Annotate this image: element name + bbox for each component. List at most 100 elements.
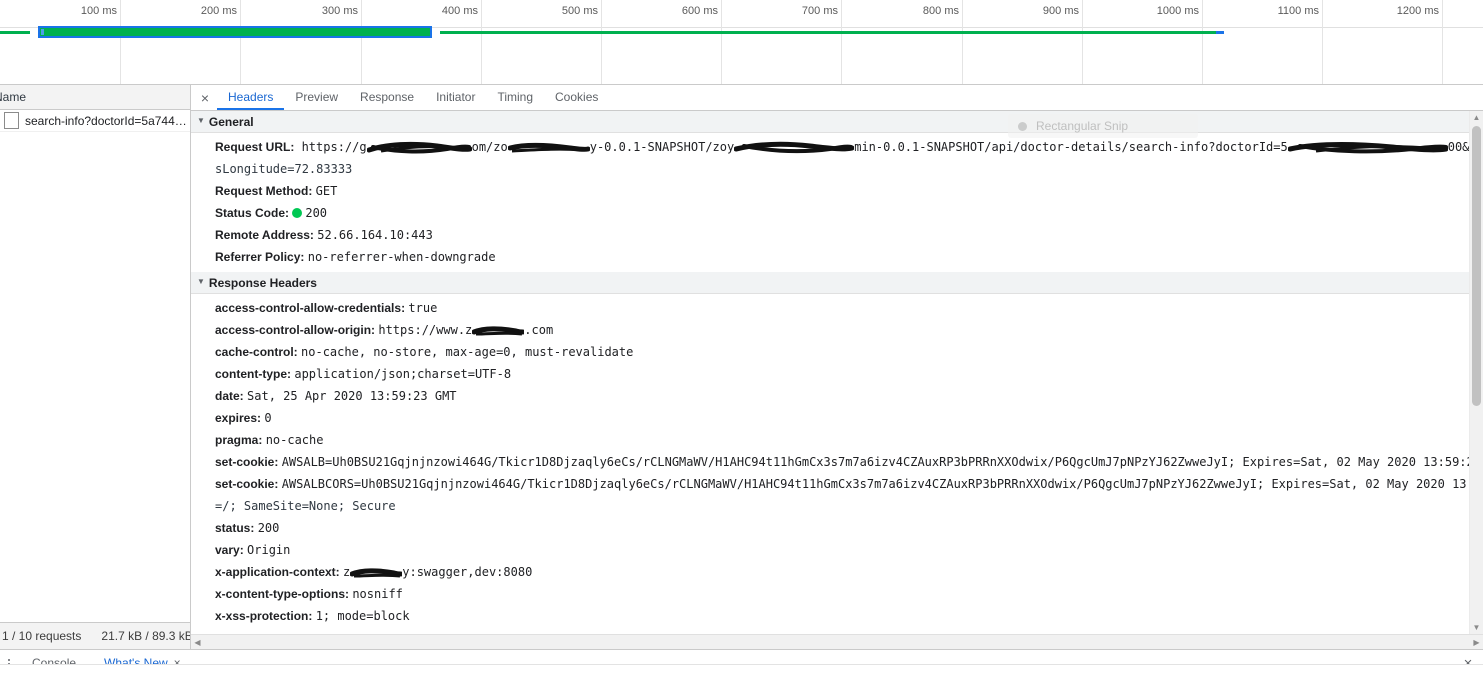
header-row-access-control-allow-origin: access-control-allow-origin: https://www…: [191, 319, 1470, 341]
details-scroll-area[interactable]: ▼ General Request URL: https://g om/zo y…: [191, 111, 1483, 634]
header-value-request-url-mid3: min-0.0.1-SNAPSHOT/api/doctor-details/se…: [854, 140, 1288, 154]
header-key-vary: vary:: [215, 543, 248, 557]
header-row-vary: vary: Origin: [191, 539, 1470, 561]
scroll-right-arrow-icon[interactable]: ▶: [1470, 636, 1483, 649]
header-row-date: date: Sat, 25 Apr 2020 13:59:23 GMT: [191, 385, 1470, 407]
section-header-response-headers[interactable]: ▼ Response Headers: [191, 272, 1470, 294]
timeline-tick: 400 ms: [442, 0, 482, 84]
header-value-content-type: application/json;charset=UTF-8: [294, 367, 512, 381]
header-value-request-url-tail: 00&gpsLatitude=18.96667&gp: [1447, 140, 1470, 154]
header-value-access-control-allow-origin: https://www.z: [378, 323, 473, 337]
header-continuation-text: =/; SameSite=None; Secure: [215, 499, 396, 513]
network-status-bar: 1 / 10 requests 21.7 kB / 89.3 kB: [0, 622, 190, 649]
general-items: Request URL: https://g om/zo y-0.0.1-SNA…: [191, 133, 1470, 272]
scroll-left-arrow-icon[interactable]: ◀: [191, 636, 204, 649]
timeline-tick-label: 900 ms: [1042, 5, 1079, 17]
header-value-status: 200: [257, 521, 280, 535]
header-row-status-code: Status Code: 200: [191, 202, 1470, 224]
header-row-x-application-context: x-application-context: z y:swagger,dev:80…: [191, 561, 1470, 583]
timeline-tick-label: 400 ms: [441, 5, 478, 17]
details-content: ▼ General Request URL: https://g om/zo y…: [191, 111, 1470, 634]
column-header-name[interactable]: Name: [0, 90, 26, 104]
tab-headers[interactable]: Headers: [217, 85, 285, 110]
timeline-tick: 1200 ms: [1397, 0, 1443, 84]
header-key-remote-address: Remote Address:: [215, 228, 318, 242]
timeline-tick: 800 ms: [923, 0, 963, 84]
tab-timing[interactable]: Timing: [486, 85, 544, 110]
caret-down-icon: ▼: [197, 277, 205, 286]
header-value-request-url-mid1: om/zo: [471, 140, 508, 154]
timeline-bar-start-marker: [41, 29, 44, 35]
section-title-general: General: [208, 114, 254, 129]
header-key-set-cookie: set-cookie:: [215, 477, 282, 491]
devtools-network-panel: 100 ms 200 ms 300 ms 400 ms 500 ms 600 ms 700 …: [0, 0, 1483, 677]
timeline-load-line: [440, 31, 1220, 34]
redaction-mark-2: [507, 141, 590, 155]
header-key-set-cookie: set-cookie:: [215, 455, 282, 469]
header-row-request-url-wrap: sLongitude=72.83333: [191, 158, 1470, 180]
timeline-tick: 500 ms: [562, 0, 602, 84]
header-key-pragma: pragma:: [215, 433, 266, 447]
tab-initiator[interactable]: Initiator: [425, 85, 486, 110]
scroll-down-arrow-icon[interactable]: ▼: [1470, 621, 1483, 634]
header-key-expires: expires:: [215, 411, 265, 425]
request-details-pane: × Headers Preview Response Initiator Timing C…: [191, 85, 1483, 649]
header-key-date: date:: [215, 389, 248, 403]
section-title-response-headers: Response Headers: [208, 275, 317, 290]
timeline-tick-label: 500 ms: [561, 5, 598, 17]
header-key-status-code: Status Code:: [215, 206, 293, 220]
request-row[interactable]: search-info?doctorId=5a7445…: [0, 110, 190, 132]
tab-response[interactable]: Response: [349, 85, 425, 110]
timeline-load-line-cap: [1216, 31, 1224, 34]
tab-preview[interactable]: Preview: [284, 85, 349, 110]
header-key-cache-control: cache-control:: [215, 345, 302, 359]
request-url-wrap-text: sLongitude=72.83333: [215, 162, 353, 176]
header-value-referrer-policy: no-referrer-when-downgrade: [307, 250, 496, 264]
request-rows: search-info?doctorId=5a7445…: [0, 110, 190, 622]
network-body: Name search-info?doctorId=5a7445… 1 / 10…: [0, 85, 1483, 649]
timeline-tick: 1100 ms: [1278, 0, 1323, 84]
header-value-request-url-mid2: y-0.0.1-SNAPSHOT/zoy: [589, 140, 735, 154]
timeline-tick: 700 ms: [802, 0, 842, 84]
header-key-status: status:: [215, 521, 258, 535]
transfer-size: 21.7 kB / 89.3 kB: [101, 629, 190, 643]
header-row-x-xss-protection: x-xss-protection: 1; mode=block: [191, 605, 1470, 627]
timeline-tick-label: 300 ms: [321, 5, 358, 17]
scroll-up-arrow-icon[interactable]: ▲: [1470, 111, 1483, 124]
request-list-header[interactable]: Name: [0, 85, 190, 110]
caret-down-icon: ▼: [197, 116, 205, 125]
header-row-request-url: Request URL: https://g om/zo y-0.0.1-SNA…: [191, 136, 1470, 158]
tab-cookies[interactable]: Cookies: [544, 85, 609, 110]
close-details-icon[interactable]: ×: [193, 85, 217, 110]
redaction-mark: [350, 567, 403, 579]
timeline-tick: 300 ms: [322, 0, 362, 84]
header-value-pragma: no-cache: [265, 433, 324, 447]
header-value-x-application-context-suffix: y:swagger,dev:8080: [402, 565, 533, 579]
details-horizontal-scrollbar[interactable]: ◀ ▶: [191, 634, 1483, 649]
details-vertical-scrollbar[interactable]: ▲ ▼: [1469, 111, 1483, 634]
header-row-x-content-type-options: x-content-type-options: nosniff: [191, 583, 1470, 605]
header-key-x-content-type-options: x-content-type-options:: [215, 587, 353, 601]
timeline-tick-label: 1100 ms: [1277, 5, 1319, 17]
timeline-tick: 600 ms: [682, 0, 722, 84]
timeline-tick-label: 100 ms: [80, 5, 117, 17]
header-value-x-xss-protection: 1; mode=block: [315, 609, 410, 623]
timeline-selected-request-bar[interactable]: [38, 26, 432, 38]
vertical-scroll-thumb[interactable]: [1472, 126, 1481, 406]
section-header-general[interactable]: ▼ General: [191, 111, 1470, 133]
header-key-x-application-context: x-application-context:: [215, 565, 344, 579]
details-tab-bar: × Headers Preview Response Initiator Timing C…: [191, 85, 1483, 111]
header-value-set-cookie: AWSALBCORS=Uh0BSU21Gqjnjnzowi464G/Tkicr1…: [281, 477, 1470, 491]
header-value-date: Sat, 25 Apr 2020 13:59:23 GMT: [247, 389, 457, 403]
request-row-name: search-info?doctorId=5a7445…: [25, 113, 190, 128]
timeline-tick: 900 ms: [1043, 0, 1083, 84]
header-key-access-control-allow-origin: access-control-allow-origin:: [215, 323, 379, 337]
header-value-request-method: GET: [315, 184, 338, 198]
header-key-request-method: Request Method:: [215, 184, 316, 198]
header-row-pragma: pragma: no-cache: [191, 429, 1470, 451]
redaction-mark-1: [366, 141, 472, 155]
network-timeline-overview[interactable]: 100 ms 200 ms 300 ms 400 ms 500 ms 600 ms 700 …: [0, 0, 1483, 85]
header-value-cache-control: no-cache, no-store, max-age=0, must-reva…: [301, 345, 634, 359]
header-value-access-control-allow-credentials: true: [408, 301, 438, 315]
header-row-set-cookie: set-cookie: AWSALBCORS=Uh0BSU21Gqjnjnzow…: [191, 473, 1470, 495]
